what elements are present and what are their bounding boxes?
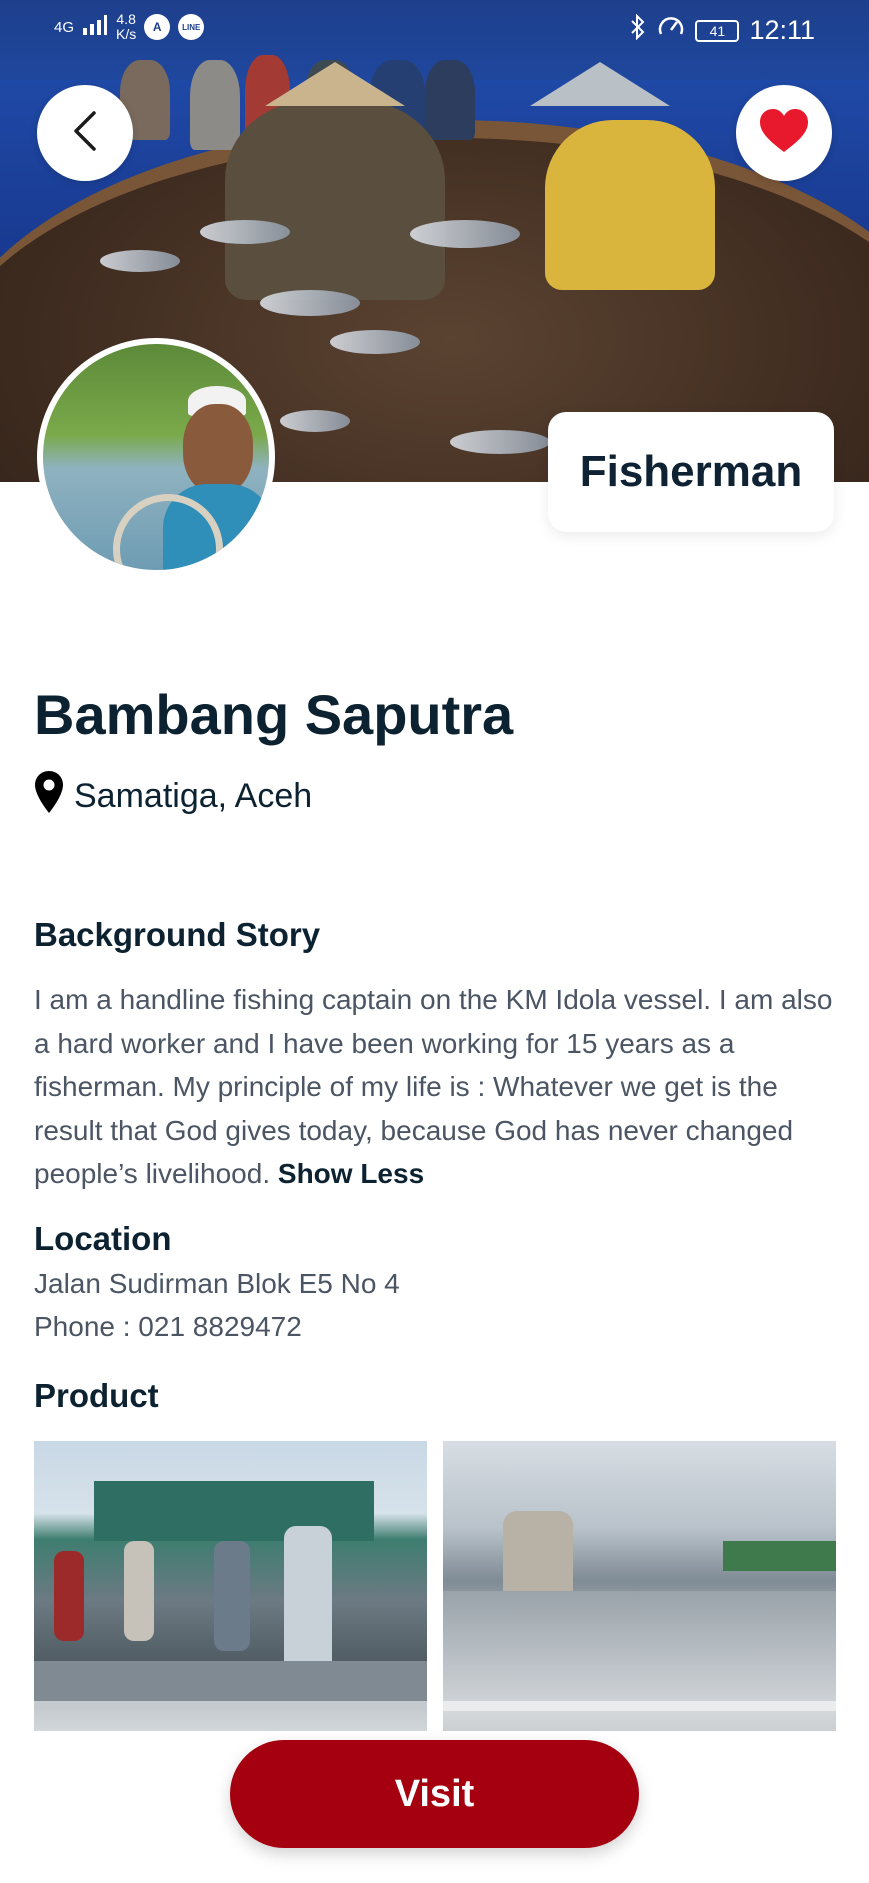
profile-avatar [37, 338, 275, 576]
product-image[interactable] [34, 1441, 427, 1731]
speedometer-icon [657, 14, 685, 47]
heart-icon [758, 108, 810, 159]
clock: 12:11 [749, 15, 815, 45]
building-roof [723, 1541, 836, 1571]
ship-deck [94, 1481, 374, 1541]
conical-hat [265, 62, 405, 106]
fish [260, 290, 360, 316]
story-body: I am a handline fishing captain on the K… [34, 984, 833, 1189]
fish [410, 220, 520, 248]
chevron-left-icon [70, 109, 100, 158]
fish [330, 330, 420, 354]
address-text: Jalan Sudirman Blok E5 No 4 [34, 1268, 400, 1299]
avatar-face [183, 404, 253, 494]
image-fade [443, 1701, 836, 1731]
favorite-button[interactable] [736, 85, 832, 181]
signal-icon [82, 14, 108, 40]
fisherman-figure [190, 60, 240, 150]
battery-icon: 41 [695, 19, 740, 42]
status-right: 41 12:11 [629, 13, 815, 47]
speed-value: 4.8 [116, 11, 136, 27]
fish-pile [443, 1591, 836, 1711]
location-text: Samatiga, Aceh [74, 777, 313, 815]
background-story-title: Background Story [34, 916, 321, 953]
app-notification-icon: A [144, 14, 171, 40]
phone-text: Phone : 021 8829472 [34, 1311, 302, 1342]
show-less-link[interactable]: Show Less [278, 1158, 424, 1189]
visit-button[interactable]: Visit [230, 1740, 639, 1848]
person-figure [54, 1551, 84, 1641]
network-speed: 4.8 K/s [116, 12, 136, 42]
location-title: Location [34, 1220, 172, 1257]
person-figure [284, 1526, 332, 1676]
line-notification-icon: LINE [178, 14, 205, 40]
back-button[interactable] [37, 85, 133, 181]
map-pin-icon [34, 770, 64, 823]
fish [280, 410, 350, 432]
product-title: Product [34, 1377, 159, 1414]
background-story-text: I am a handline fishing captain on the K… [34, 978, 844, 1196]
fisherman-figure [425, 60, 475, 140]
person-figure [214, 1541, 250, 1651]
person-figure [124, 1541, 154, 1641]
conical-hat [530, 62, 670, 106]
status-left: 4G 4.8 K/s A LINE [54, 12, 205, 42]
fish [100, 250, 180, 272]
product-image[interactable] [443, 1441, 836, 1731]
role-badge: Fisherman [548, 412, 834, 532]
signal-indicator: 4G [54, 18, 75, 36]
profile-location: Samatiga, Aceh [34, 770, 312, 823]
status-bar: 4G 4.8 K/s A LINE 41 12:11 [0, 0, 869, 60]
speed-unit: K/s [116, 26, 137, 42]
fisherman-figure [545, 120, 715, 290]
bluetooth-icon [629, 13, 647, 47]
fish [450, 430, 550, 454]
image-fade [34, 1701, 427, 1731]
profile-name: Bambang Saputra [34, 683, 514, 746]
fisherman-figure [225, 100, 445, 300]
fish [200, 220, 290, 244]
